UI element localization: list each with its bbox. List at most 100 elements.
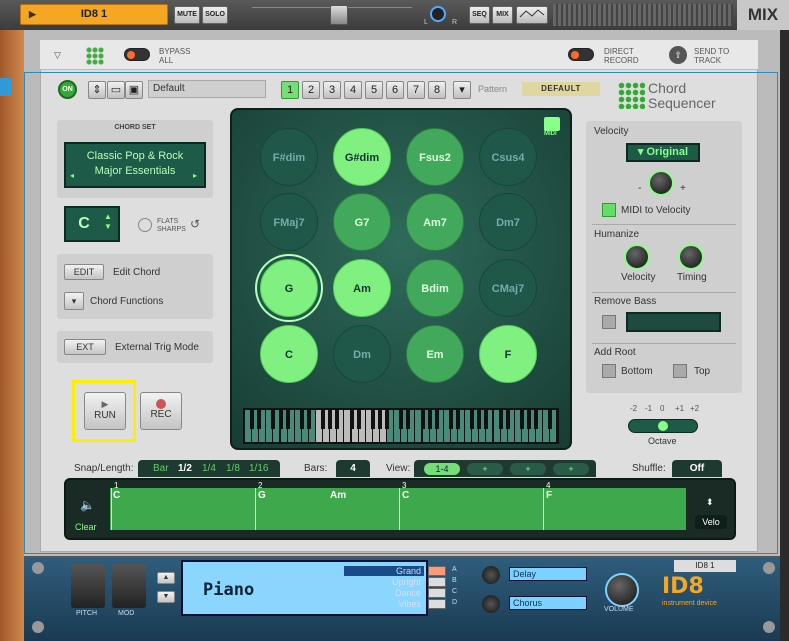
chord-pad-csus4[interactable]: Csus4 [479, 128, 537, 186]
add-root-bottom-checkbox[interactable] [602, 364, 616, 378]
velo-button[interactable]: Velo [695, 515, 727, 529]
snap-option-1[interactable]: 1/2 [178, 463, 192, 474]
mix-button[interactable]: MIX [492, 6, 513, 24]
pattern-button-8[interactable]: 8 [428, 81, 446, 99]
chord-functions-dropdown[interactable]: ▾ [64, 292, 84, 310]
view-option-3[interactable]: + [553, 463, 589, 475]
octave-slider-handle[interactable] [658, 421, 668, 431]
patch-slot-dance[interactable]: Dance [344, 588, 424, 598]
patch-slot-grand[interactable]: Grand [344, 566, 424, 576]
chord-pad-am7[interactable]: Am7 [406, 193, 464, 251]
prev-set-icon[interactable]: ◂ [70, 171, 74, 180]
chord-pad-cmaj7[interactable]: CMaj7 [479, 259, 537, 317]
speaker-icon[interactable]: 🔈 [80, 498, 95, 512]
velocity-mode-dropdown[interactable]: ▾ Original [626, 143, 700, 162]
pattern-button-3[interactable]: 3 [323, 81, 341, 99]
sequence-chord-3[interactable]: C [402, 490, 409, 501]
view-option-1[interactable]: + [467, 463, 503, 475]
velocity-knob[interactable] [648, 170, 674, 196]
direct-record-toggle[interactable] [568, 48, 594, 61]
chord-pad-f[interactable]: F [479, 325, 537, 383]
preset-name[interactable]: Default [148, 80, 266, 98]
snap-option-2[interactable]: 1/4 [202, 463, 216, 474]
sequence-chord-2[interactable]: Am [330, 490, 346, 501]
pattern-button-6[interactable]: 6 [386, 81, 404, 99]
chorus-display[interactable]: Chorus [509, 596, 587, 610]
chord-pad-dm[interactable]: Dm [333, 325, 391, 383]
rec-button[interactable]: REC [140, 392, 182, 430]
view-option-2[interactable]: + [510, 463, 546, 475]
patch-down-button[interactable]: ▼ [157, 591, 175, 603]
save-icon[interactable]: ▣ [125, 81, 143, 99]
chorus-knob[interactable] [482, 595, 500, 613]
pan-knob[interactable] [430, 6, 446, 22]
track-name[interactable]: ▶ ID8 1 [20, 4, 168, 25]
pattern-button-2[interactable]: 2 [302, 81, 320, 99]
patch-up-button[interactable]: ▲ [157, 572, 175, 584]
patch-slot-button[interactable] [428, 588, 446, 598]
pattern-dropdown-button[interactable]: ▾ [453, 81, 471, 99]
chord-pad-fsharpdim[interactable]: F#dim [260, 128, 318, 186]
chord-pad-fsus2[interactable]: Fsus2 [406, 128, 464, 186]
send-to-track-icon[interactable]: ⇧ [669, 46, 687, 64]
fader-handle[interactable] [330, 5, 348, 25]
patch-slot-upright[interactable]: Upright [344, 577, 424, 587]
remove-bass-checkbox[interactable] [602, 315, 616, 329]
clear-button[interactable]: Clear [75, 522, 97, 532]
bars-value[interactable]: 4 [336, 460, 370, 477]
sequence-chord-4[interactable]: F [546, 490, 552, 501]
delay-display[interactable]: Delay [509, 567, 587, 581]
folder-icon[interactable]: ▭ [107, 81, 125, 99]
key-stepper-icon[interactable]: ▲ ▼ [104, 212, 112, 232]
midi-to-velocity-checkbox[interactable] [602, 203, 616, 217]
flats-sharps-toggle[interactable] [138, 218, 152, 232]
chord-pad-dm7[interactable]: Dm7 [479, 193, 537, 251]
add-root-top-checkbox[interactable] [673, 364, 687, 378]
patch-slot-button[interactable] [428, 566, 446, 576]
chord-pad-g7[interactable]: G7 [333, 193, 391, 251]
chord-pad-am[interactable]: Am [333, 259, 391, 317]
volume-knob[interactable] [605, 573, 639, 607]
snap-option-3[interactable]: 1/8 [226, 463, 240, 474]
mix-tab[interactable]: MIX [737, 0, 789, 30]
run-button[interactable]: ▶ RUN [84, 392, 126, 430]
sequence-chord-1[interactable]: G [258, 490, 266, 501]
chord-pad-c[interactable]: C [260, 325, 318, 383]
edit-button[interactable]: EDIT [64, 264, 104, 280]
seq-button[interactable]: SEQ [469, 6, 490, 24]
preset-updown-button[interactable]: ⇕ [88, 81, 106, 99]
on-button[interactable]: ON [58, 80, 77, 99]
ext-button[interactable]: EXT [64, 339, 106, 355]
pattern-button-7[interactable]: 7 [407, 81, 425, 99]
chord-pad-bdim[interactable]: Bdim [406, 259, 464, 317]
shuffle-value[interactable]: Off [672, 460, 722, 477]
view-option-0[interactable]: 1-4 [424, 463, 460, 475]
patch-slot-button[interactable] [428, 577, 446, 587]
chord-set-display[interactable]: Classic Pop & Rock Major Essentials [64, 142, 206, 188]
humanize-timing-knob[interactable] [678, 244, 704, 270]
pattern-button-5[interactable]: 5 [365, 81, 383, 99]
device-name-tag[interactable]: ID8 1 [674, 560, 736, 572]
patch-slot-vibes[interactable]: Vibes [344, 599, 424, 609]
pattern-value[interactable]: DEFAULT [522, 82, 600, 96]
delay-knob[interactable] [482, 566, 500, 584]
solo-button[interactable]: SOLO [202, 6, 228, 24]
pattern-button-4[interactable]: 4 [344, 81, 362, 99]
pitch-wheel[interactable] [71, 564, 105, 608]
bypass-toggle[interactable] [124, 48, 150, 61]
fold-arrow-icon[interactable]: ▽ [54, 50, 61, 61]
mod-wheel[interactable] [112, 564, 146, 608]
chord-lane[interactable] [110, 488, 686, 530]
chord-pad-em[interactable]: Em [406, 325, 464, 383]
snap-option-0[interactable]: Bar [153, 463, 169, 474]
sequence-chord-0[interactable]: C [113, 490, 120, 501]
chord-pad-fmaj7[interactable]: FMaj7 [260, 193, 318, 251]
waveform-button[interactable] [516, 6, 548, 24]
pattern-button-1[interactable]: 1 [281, 81, 299, 99]
snap-option-4[interactable]: 1/16 [249, 463, 268, 474]
humanize-velocity-knob[interactable] [624, 244, 650, 270]
next-set-icon[interactable]: ▸ [193, 171, 197, 180]
patch-slot-button[interactable] [428, 599, 446, 609]
mute-button[interactable]: MUTE [174, 6, 200, 24]
chord-pad-gsharpdim[interactable]: G#dim [333, 128, 391, 186]
